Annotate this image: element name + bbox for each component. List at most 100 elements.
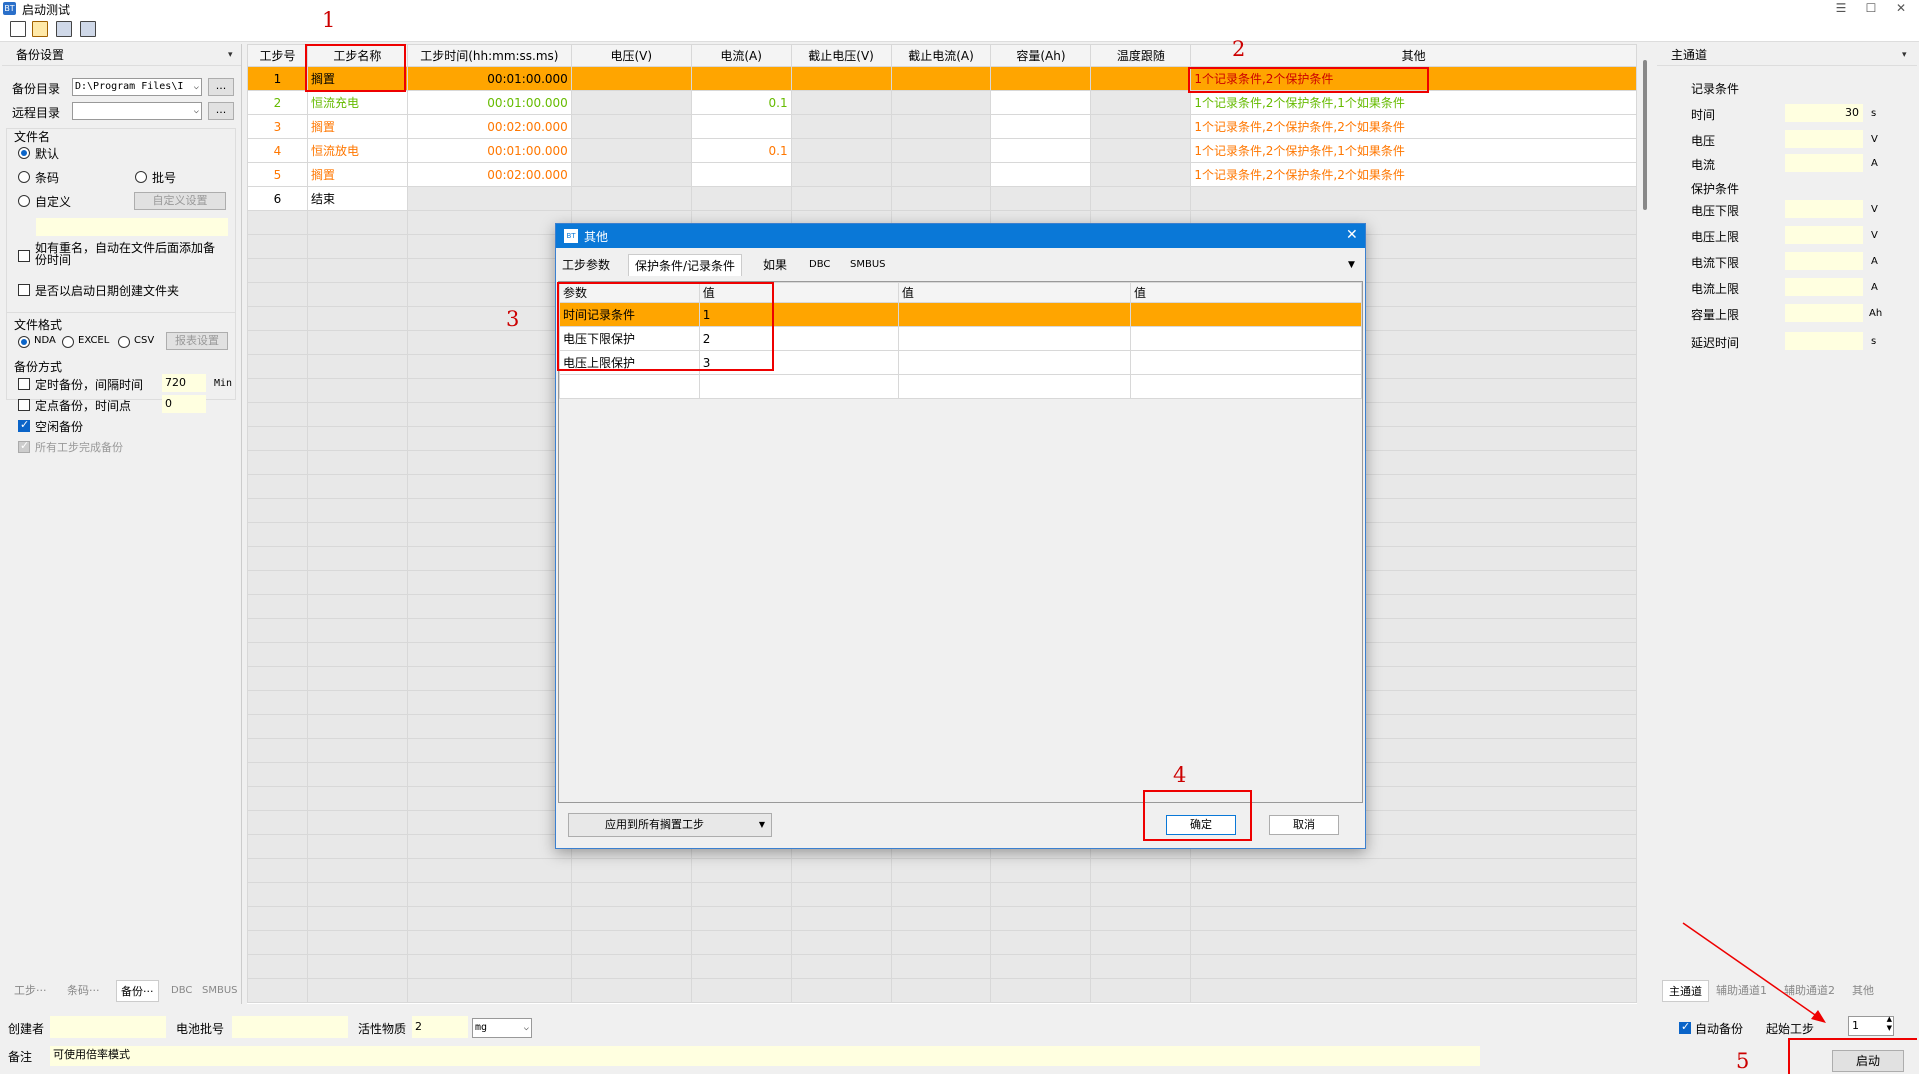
tab-other[interactable]: 其他 (1852, 980, 1874, 1002)
voltage-cell[interactable] (570, 114, 692, 139)
step-no-cell[interactable]: 3 (247, 114, 308, 139)
empty-cell[interactable] (247, 666, 308, 691)
empty-cell[interactable] (1190, 906, 1637, 931)
value-cell[interactable] (897, 302, 1131, 327)
radio-default[interactable] (18, 147, 30, 159)
empty-cell[interactable] (790, 930, 892, 955)
empty-cell[interactable] (890, 930, 992, 955)
empty-cell[interactable] (1090, 906, 1192, 931)
tab-steps[interactable]: 工步··· (14, 980, 47, 1002)
other-cell[interactable]: 1个记录条件,2个保护条件,1个如果条件 (1190, 90, 1637, 115)
other-cell[interactable]: 1个记录条件,2个保护条件,2个如果条件 (1190, 162, 1637, 187)
empty-cell[interactable] (1190, 954, 1637, 979)
empty-cell[interactable] (890, 978, 992, 1003)
capacity-cell[interactable] (990, 114, 1092, 139)
delay-input[interactable] (1785, 332, 1863, 350)
empty-cell[interactable] (247, 522, 308, 547)
empty-cell[interactable] (247, 546, 308, 571)
empty-cell[interactable] (406, 618, 572, 643)
empty-cell[interactable] (1090, 882, 1192, 907)
empty-cell[interactable] (247, 234, 308, 259)
step-time-cell[interactable] (406, 186, 572, 211)
empty-cell[interactable] (1190, 858, 1637, 883)
voltage-cell[interactable] (570, 138, 692, 163)
empty-cell[interactable] (247, 738, 308, 763)
condition-row[interactable] (559, 374, 1363, 399)
table-row[interactable]: 2 恒流充电 00:01:00.000 0.1 1个记录条件,2个保护条件,1个如果条件 (247, 90, 1637, 115)
step-name-cell[interactable]: 结束 (306, 186, 408, 211)
step-time-cell[interactable]: 00:02:00.000 (406, 162, 572, 187)
voltage-cell[interactable] (570, 162, 692, 187)
dtab-step-params[interactable]: 工步参数 (562, 254, 610, 276)
empty-cell[interactable] (306, 810, 408, 835)
col-other[interactable]: 其他 (1190, 44, 1637, 67)
empty-cell[interactable] (406, 666, 572, 691)
value-cell[interactable] (1129, 326, 1363, 351)
value-cell[interactable] (897, 350, 1131, 375)
idle-backup-checkbox[interactable] (18, 418, 30, 432)
empty-cell[interactable] (570, 954, 692, 979)
step-time-cell[interactable]: 00:01:00.000 (406, 66, 572, 91)
empty-cell[interactable] (406, 642, 572, 667)
empty-cell[interactable] (890, 906, 992, 931)
cutoff-current-cell[interactable] (890, 138, 992, 163)
empty-cell[interactable] (247, 882, 308, 907)
empty-cell[interactable] (306, 666, 408, 691)
empty-cell[interactable] (406, 378, 572, 403)
battery-batch-input[interactable] (232, 1016, 348, 1038)
step-no-cell[interactable]: 4 (247, 138, 308, 163)
spin-arrows-icon[interactable]: ▲ ▼ (1887, 1015, 1892, 1033)
table-row[interactable]: 6 结束 (247, 186, 1637, 211)
tab-dbc[interactable]: DBC (171, 980, 192, 1002)
empty-cell[interactable] (406, 282, 572, 307)
timed-backup-checkbox[interactable] (18, 378, 30, 390)
note-input[interactable]: 可使用倍率模式 (50, 1046, 1480, 1066)
temp-follow-cell[interactable] (1090, 162, 1192, 187)
empty-cell[interactable] (406, 306, 572, 331)
step-time-cell[interactable]: 00:01:00.000 (406, 90, 572, 115)
empty-cell[interactable] (247, 858, 308, 883)
open-folder-icon[interactable] (32, 21, 48, 37)
other-cell[interactable]: 1个记录条件,2个保护条件,2个如果条件 (1190, 114, 1637, 139)
dialog-close-icon[interactable]: ✕ (1346, 227, 1358, 243)
empty-cell[interactable] (790, 858, 892, 883)
empty-cell[interactable] (406, 882, 572, 907)
empty-cell[interactable] (306, 858, 408, 883)
empty-cell[interactable] (247, 210, 308, 235)
empty-cell[interactable] (406, 426, 572, 451)
current-cell[interactable]: 0.1 (690, 138, 792, 163)
empty-cell[interactable] (406, 498, 572, 523)
pin-icon[interactable]: ▾ (228, 44, 233, 66)
v-high-input[interactable] (1785, 226, 1863, 244)
new-file-icon[interactable] (10, 21, 26, 37)
col-capacity[interactable]: 容量(Ah) (990, 44, 1092, 67)
custom-name-input[interactable] (36, 218, 228, 236)
empty-cell[interactable] (247, 834, 308, 859)
capacity-cell[interactable] (990, 162, 1092, 187)
empty-cell[interactable] (1090, 954, 1192, 979)
empty-cell[interactable] (247, 570, 308, 595)
current-cell[interactable] (690, 186, 792, 211)
empty-cell[interactable] (247, 762, 308, 787)
empty-cell[interactable] (1090, 978, 1192, 1003)
step-time-cell[interactable]: 00:01:00.000 (406, 138, 572, 163)
empty-cell[interactable] (990, 906, 1092, 931)
cancel-button[interactable]: 取消 (1269, 815, 1339, 835)
empty-cell[interactable] (306, 714, 408, 739)
empty-cell[interactable] (247, 930, 308, 955)
current-cell[interactable] (690, 162, 792, 187)
empty-cell[interactable] (990, 930, 1092, 955)
empty-cell[interactable] (1190, 978, 1637, 1003)
step-name-cell[interactable]: 搁置 (306, 114, 408, 139)
empty-cell[interactable] (306, 834, 408, 859)
date-folder-checkbox[interactable] (18, 284, 30, 296)
empty-cell[interactable] (990, 954, 1092, 979)
step-no-cell[interactable]: 6 (247, 186, 308, 211)
table-row[interactable] (247, 906, 1637, 931)
empty-cell[interactable] (1190, 882, 1637, 907)
empty-cell[interactable] (306, 930, 408, 955)
col-voltage[interactable]: 电压(V) (570, 44, 692, 67)
capacity-cell[interactable] (990, 66, 1092, 91)
empty-cell[interactable] (247, 810, 308, 835)
empty-cell[interactable] (247, 306, 308, 331)
